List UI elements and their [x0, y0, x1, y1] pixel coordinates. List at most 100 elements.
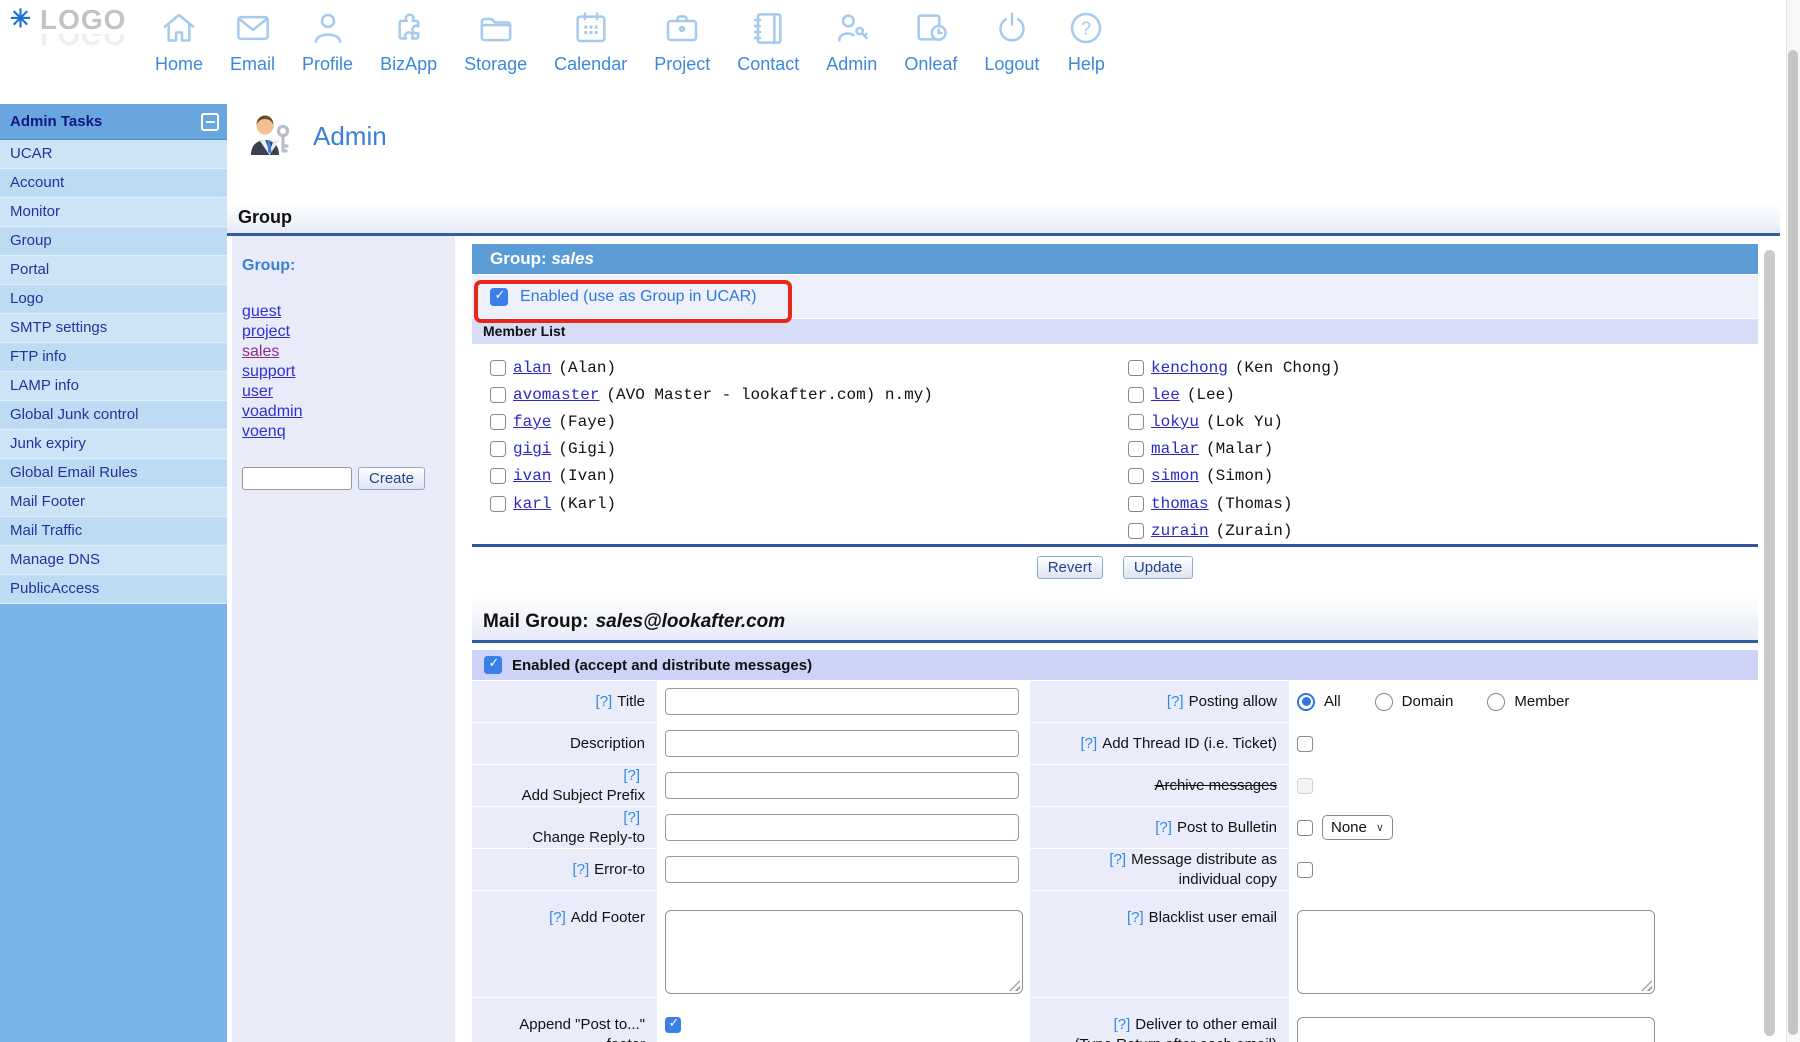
- update-button[interactable]: Update: [1123, 556, 1193, 579]
- member-link-alan[interactable]: alan: [513, 359, 551, 377]
- radio-all[interactable]: [1297, 693, 1315, 711]
- help-link[interactable]: [?]: [623, 767, 640, 784]
- nav-item-email[interactable]: Email: [230, 8, 275, 75]
- member-link-faye[interactable]: faye: [513, 413, 551, 431]
- append-post-to-checkbox[interactable]: [665, 1017, 681, 1033]
- nav-item-logout[interactable]: Logout: [984, 8, 1039, 75]
- sidebar-item-ucar[interactable]: UCAR: [0, 140, 227, 169]
- group-link-project[interactable]: project: [242, 322, 290, 342]
- sidebar-item-monitor[interactable]: Monitor: [0, 198, 227, 227]
- revert-button[interactable]: Revert: [1037, 556, 1103, 579]
- member-link-ivan[interactable]: ivan: [513, 467, 551, 485]
- add-footer-textarea[interactable]: [665, 910, 1023, 994]
- add-thread-id-i-e-ticket-checkbox[interactable]: [1297, 736, 1313, 752]
- member-checkbox-zurain[interactable]: [1128, 523, 1144, 539]
- sidebar-item-lamp-info[interactable]: LAMP info: [0, 372, 227, 401]
- radio-domain[interactable]: [1375, 693, 1393, 711]
- group-link-voenq[interactable]: voenq: [242, 422, 286, 442]
- nav-item-help[interactable]: ?Help: [1066, 8, 1106, 75]
- member-link-lee[interactable]: lee: [1151, 386, 1180, 404]
- group-link-support[interactable]: support: [242, 362, 295, 382]
- nav-item-home[interactable]: Home: [155, 8, 203, 75]
- member-link-kenchong[interactable]: kenchong: [1151, 359, 1228, 377]
- help-link[interactable]: [?]: [1167, 693, 1184, 710]
- member-checkbox-lokyu[interactable]: [1128, 414, 1144, 430]
- member-checkbox-thomas[interactable]: [1128, 496, 1144, 512]
- radio-option-member[interactable]: Member: [1487, 693, 1569, 711]
- radio-member[interactable]: [1487, 693, 1505, 711]
- member-checkbox-avomaster[interactable]: [490, 387, 506, 403]
- title-input[interactable]: [665, 688, 1019, 715]
- page-scrollbar-track[interactable]: [1786, 0, 1800, 1042]
- member-link-karl[interactable]: karl: [513, 495, 551, 513]
- sidebar-item-mail-footer[interactable]: Mail Footer: [0, 488, 227, 517]
- sidebar-item-smtp-settings[interactable]: SMTP settings: [0, 314, 227, 343]
- create-button[interactable]: Create: [358, 467, 425, 490]
- resize-handle-icon[interactable]: [1641, 980, 1652, 991]
- group-link-user[interactable]: user: [242, 382, 273, 402]
- error-to-input[interactable]: [665, 856, 1019, 883]
- nav-item-onleaf[interactable]: Onleaf: [904, 8, 957, 75]
- help-link[interactable]: [?]: [549, 909, 566, 926]
- nav-item-calendar[interactable]: Calendar: [554, 8, 627, 75]
- minus-icon[interactable]: [201, 113, 219, 131]
- sidebar-item-group[interactable]: Group: [0, 227, 227, 256]
- sidebar-item-ftp-info[interactable]: FTP info: [0, 343, 227, 372]
- sidebar-item-portal[interactable]: Portal: [0, 256, 227, 285]
- post-to-bulletin-select[interactable]: None∨: [1322, 815, 1393, 840]
- page-scrollbar-thumb[interactable]: [1788, 50, 1798, 1035]
- sidebar-item-logo[interactable]: Logo: [0, 285, 227, 314]
- member-link-zurain[interactable]: zurain: [1151, 522, 1209, 540]
- member-checkbox-kenchong[interactable]: [1128, 360, 1144, 376]
- member-link-avomaster[interactable]: avomaster: [513, 386, 599, 404]
- sidebar-item-global-junk-control[interactable]: Global Junk control: [0, 401, 227, 430]
- help-link[interactable]: [?]: [1127, 909, 1144, 926]
- member-checkbox-simon[interactable]: [1128, 468, 1144, 484]
- nav-item-project[interactable]: Project: [654, 8, 710, 75]
- post-to-bulletin-checkbox[interactable]: [1297, 820, 1313, 836]
- member-link-gigi[interactable]: gigi: [513, 440, 551, 458]
- help-link[interactable]: [?]: [1155, 819, 1172, 836]
- group-link-guest[interactable]: guest: [242, 302, 281, 322]
- radio-option-all[interactable]: All: [1297, 693, 1341, 711]
- help-link[interactable]: [?]: [623, 809, 640, 826]
- member-checkbox-lee[interactable]: [1128, 387, 1144, 403]
- nav-item-storage[interactable]: Storage: [464, 8, 527, 75]
- help-link[interactable]: [?]: [1114, 1016, 1131, 1033]
- member-checkbox-faye[interactable]: [490, 414, 506, 430]
- sidebar-item-manage-dns[interactable]: Manage DNS: [0, 546, 227, 575]
- help-link[interactable]: [?]: [1109, 851, 1126, 868]
- sidebar-item-global-email-rules[interactable]: Global Email Rules: [0, 459, 227, 488]
- nav-item-admin[interactable]: Admin: [826, 8, 877, 75]
- nav-item-contact[interactable]: Contact: [737, 8, 799, 75]
- sidebar-item-junk-expiry[interactable]: Junk expiry: [0, 430, 227, 459]
- description-input[interactable]: [665, 730, 1019, 757]
- member-checkbox-ivan[interactable]: [490, 468, 506, 484]
- sidebar-item-publicaccess[interactable]: PublicAccess: [0, 575, 227, 604]
- member-link-thomas[interactable]: thomas: [1151, 495, 1209, 513]
- member-checkbox-gigi[interactable]: [490, 441, 506, 457]
- new-group-input[interactable]: [242, 467, 352, 490]
- resize-handle-icon[interactable]: [1009, 980, 1020, 991]
- mail-enabled-checkbox[interactable]: [484, 656, 502, 674]
- group-enabled-checkbox[interactable]: [490, 288, 508, 306]
- add-subject-prefix-input[interactable]: [665, 772, 1019, 799]
- member-link-lokyu[interactable]: lokyu: [1151, 413, 1199, 431]
- member-checkbox-karl[interactable]: [490, 496, 506, 512]
- change-reply-to-input[interactable]: [665, 814, 1019, 841]
- member-link-simon[interactable]: simon: [1151, 467, 1199, 485]
- help-link[interactable]: [?]: [1081, 735, 1098, 752]
- radio-option-domain[interactable]: Domain: [1375, 693, 1454, 711]
- sidebar-item-mail-traffic[interactable]: Mail Traffic: [0, 517, 227, 546]
- blacklist-user-email-textarea[interactable]: [1297, 910, 1655, 994]
- group-link-sales[interactable]: sales: [242, 342, 279, 362]
- member-checkbox-alan[interactable]: [490, 360, 506, 376]
- member-checkbox-malar[interactable]: [1128, 441, 1144, 457]
- group-link-voadmin[interactable]: voadmin: [242, 402, 302, 422]
- content-scrollbar-thumb[interactable]: [1764, 250, 1775, 1036]
- member-link-malar[interactable]: malar: [1151, 440, 1199, 458]
- help-link[interactable]: [?]: [572, 861, 589, 878]
- deliver-to-other-email-textarea[interactable]: [1297, 1017, 1655, 1042]
- sidebar-item-account[interactable]: Account: [0, 169, 227, 198]
- nav-item-profile[interactable]: Profile: [302, 8, 353, 75]
